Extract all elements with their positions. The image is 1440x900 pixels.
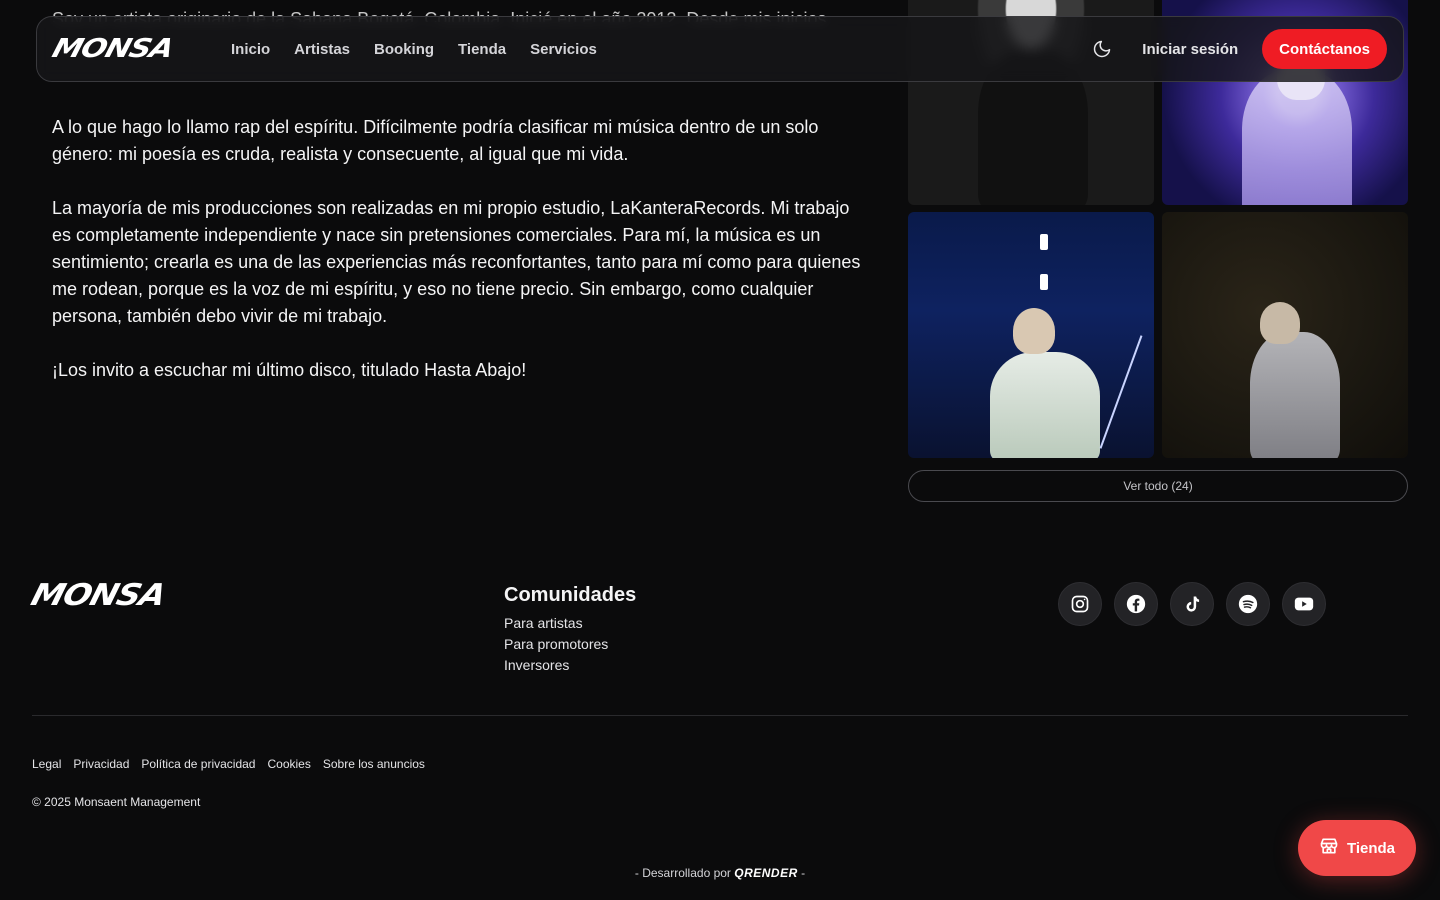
nav-actions: Iniciar sesión Contáctanos bbox=[1084, 29, 1387, 69]
dev-credit-suffix: - bbox=[801, 866, 806, 880]
link-para-artistas[interactable]: Para artistas bbox=[504, 613, 636, 634]
dev-credit-prefix: - Desarrollado por bbox=[634, 866, 731, 880]
moon-icon[interactable] bbox=[1084, 31, 1120, 67]
qrender-logo[interactable]: QRENDER bbox=[734, 866, 798, 880]
legal-links: Legal Privacidad Política de privacidad … bbox=[32, 757, 425, 771]
copyright: © 2025 Monsaent Management bbox=[32, 795, 201, 809]
bio-paragraph: La mayoría de mis producciones son reali… bbox=[52, 198, 861, 326]
nav-link-tienda[interactable]: Tienda bbox=[446, 33, 518, 66]
gallery-photo[interactable] bbox=[1162, 212, 1408, 458]
developer-credit: - Desarrollado por QRENDER - bbox=[0, 866, 1440, 880]
link-para-promotores[interactable]: Para promotores bbox=[504, 634, 636, 655]
store-icon bbox=[1319, 836, 1339, 860]
bio-paragraph: A lo que hago lo llamo rap del espíritu.… bbox=[52, 117, 819, 164]
store-fab-label: Tienda bbox=[1346, 839, 1396, 857]
link-politica-privacidad[interactable]: Política de privacidad bbox=[141, 757, 255, 771]
store-fab-button[interactable]: Tienda bbox=[1298, 820, 1416, 876]
link-sobre-anuncios[interactable]: Sobre los anuncios bbox=[323, 757, 425, 771]
nav-links: Inicio Artistas Booking Tienda Servicios bbox=[219, 33, 609, 66]
spotify-icon[interactable] bbox=[1226, 582, 1270, 626]
footer-divider bbox=[32, 715, 1408, 716]
nav-link-servicios[interactable]: Servicios bbox=[518, 33, 609, 66]
communities-title: Comunidades bbox=[504, 584, 637, 606]
top-navbar: MONSA Inicio Artistas Booking Tienda Ser… bbox=[36, 16, 1404, 82]
social-links bbox=[1058, 582, 1326, 626]
youtube-icon[interactable] bbox=[1282, 582, 1326, 626]
footer-logo[interactable]: MONSA bbox=[27, 578, 257, 613]
facebook-icon[interactable] bbox=[1114, 582, 1158, 626]
contact-button[interactable]: Contáctanos bbox=[1262, 29, 1387, 69]
nav-link-booking[interactable]: Booking bbox=[362, 33, 446, 66]
link-cookies[interactable]: Cookies bbox=[267, 757, 310, 771]
bio-paragraph: ¡Los invito a escuchar mi último disco, … bbox=[52, 360, 527, 380]
link-inversores[interactable]: Inversores bbox=[504, 655, 636, 676]
login-link[interactable]: Iniciar sesión bbox=[1142, 41, 1238, 58]
gallery-photo[interactable] bbox=[908, 212, 1154, 458]
nav-link-artistas[interactable]: Artistas bbox=[282, 33, 362, 66]
tiktok-icon[interactable] bbox=[1170, 582, 1214, 626]
instagram-icon[interactable] bbox=[1058, 582, 1102, 626]
communities-section: Comunidades Para artistas Para promotore… bbox=[504, 584, 636, 676]
view-all-button[interactable]: Ver todo (24) bbox=[908, 470, 1408, 502]
link-legal[interactable]: Legal bbox=[32, 757, 61, 771]
link-privacidad[interactable]: Privacidad bbox=[73, 757, 129, 771]
brand-logo[interactable]: MONSA bbox=[49, 34, 230, 64]
artist-bio: A lo que hago lo llamo rap del espíritu.… bbox=[52, 114, 872, 411]
